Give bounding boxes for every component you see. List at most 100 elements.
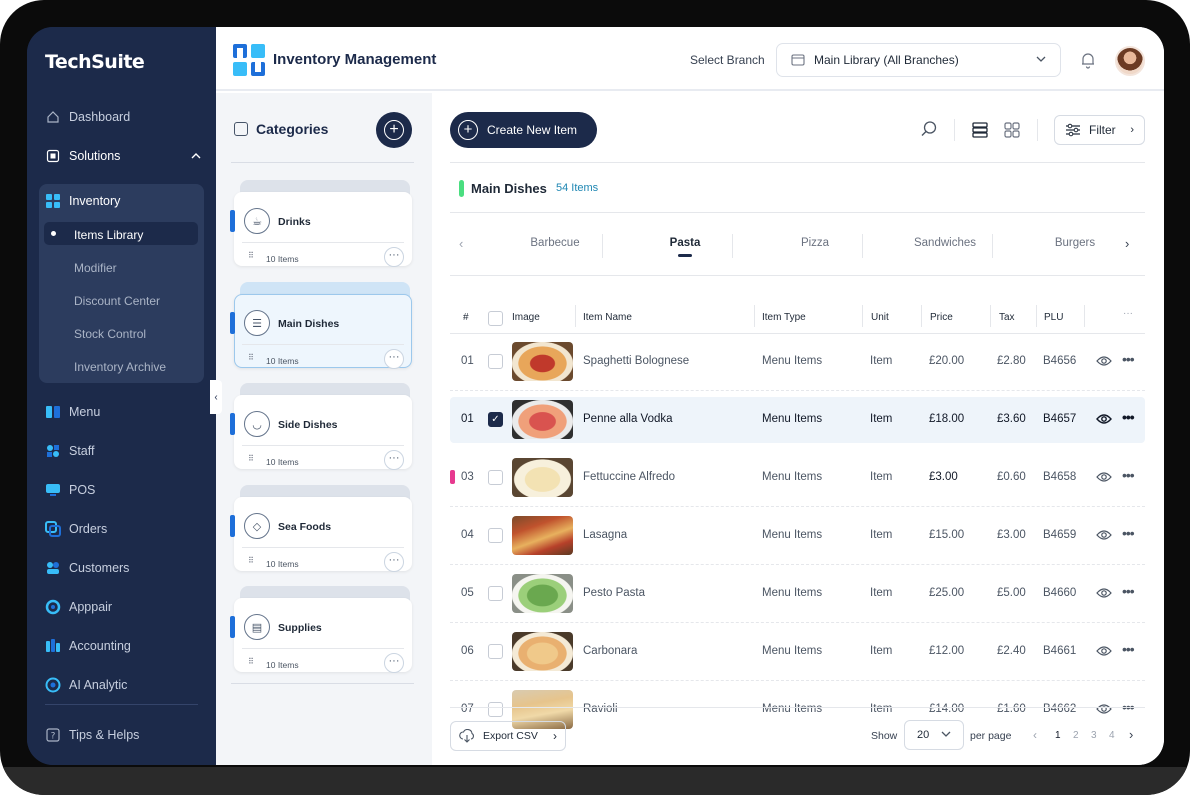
row-checkbox[interactable]	[488, 702, 503, 717]
chevron-right-icon[interactable]: ›	[1125, 236, 1129, 251]
add-category-button[interactable]: +	[376, 112, 412, 148]
item-price: £3.00	[929, 471, 958, 483]
tab-pizza[interactable]: Pizza	[760, 237, 870, 249]
table-row[interactable]: 06 Carbonara Menu Items Item £12.00 £2.4…	[450, 629, 1145, 681]
category-card-side-dishes[interactable]: ◡ Side Dishes ⠿ 10 Items ···	[230, 383, 412, 470]
item-plu: B4656	[1043, 355, 1077, 367]
more-options-icon[interactable]: ···	[384, 653, 404, 673]
bell-icon[interactable]	[1079, 51, 1097, 69]
list-view-icon[interactable]	[972, 122, 988, 138]
grid-view-icon[interactable]	[1004, 122, 1020, 138]
table-row[interactable]: 03 Fettuccine Alfredo Menu Items Item £3…	[450, 455, 1145, 507]
sub-item-items-library[interactable]: Items Library	[74, 228, 143, 242]
row-more-icon[interactable]: •••	[1122, 409, 1135, 425]
sidebar-item-solutions[interactable]: Solutions	[45, 144, 201, 168]
row-divider	[450, 390, 1145, 391]
category-count: 10 Items	[266, 356, 299, 366]
row-more-icon[interactable]: •••	[1122, 583, 1135, 599]
sidebar-item-apppair[interactable]: Apppair	[45, 595, 112, 619]
drag-handle-icon[interactable]: ⠿	[248, 455, 254, 463]
sidebar-item-dashboard[interactable]: Dashboard	[45, 105, 130, 129]
sidebar-item-tips[interactable]: ? Tips & Helps	[45, 723, 139, 747]
filter-label: Filter	[1089, 123, 1116, 137]
view-eye-icon[interactable]	[1096, 645, 1112, 657]
sidebar-item-inventory[interactable]: Inventory	[45, 189, 120, 213]
page-link[interactable]: 2	[1073, 730, 1079, 741]
branch-select[interactable]: Main Library (All Branches)	[776, 43, 1061, 77]
row-checkbox-checked[interactable]: ✓	[488, 412, 503, 427]
section-count: 54 Items	[556, 182, 599, 194]
sidebar-item-label: Apppair	[69, 600, 113, 614]
row-checkbox[interactable]	[488, 528, 503, 543]
sidebar-collapse-button[interactable]: ‹	[210, 380, 222, 414]
category-card-drinks[interactable]: ☕ Drinks ⠿ 10 Items ···	[230, 180, 412, 267]
card-divider	[242, 648, 404, 649]
sub-item-stock-control[interactable]: Stock Control	[74, 327, 146, 341]
item-name: Pesto Pasta	[583, 587, 646, 599]
user-avatar[interactable]	[1115, 46, 1145, 76]
search-icon[interactable]	[920, 120, 938, 138]
row-number: 01	[461, 413, 474, 425]
row-more-icon[interactable]: •••	[1122, 641, 1135, 657]
page-link[interactable]: 4	[1109, 730, 1115, 741]
sidebar-item-pos[interactable]: POS	[45, 478, 95, 502]
more-options-icon[interactable]: ···	[384, 450, 404, 470]
sub-item-inventory-archive[interactable]: Inventory Archive	[74, 360, 166, 374]
category-card-sea-foods[interactable]: ◇ Sea Foods ⠿ 10 Items ···	[230, 485, 412, 572]
view-eye-icon[interactable]	[1096, 529, 1112, 541]
tab-burgers[interactable]: Burgers	[1020, 237, 1130, 249]
drag-handle-icon[interactable]: ⠿	[248, 658, 254, 666]
create-item-button[interactable]: + Create New Item	[450, 112, 597, 148]
more-options-icon[interactable]: ···	[384, 552, 404, 572]
filter-button[interactable]: Filter ›	[1054, 115, 1145, 145]
item-plu: B4659	[1043, 529, 1077, 541]
sidebar-item-orders[interactable]: Orders	[45, 517, 107, 541]
item-tax: £3.60	[997, 413, 1026, 425]
branch-value: Main Library (All Branches)	[814, 53, 959, 67]
more-options-icon[interactable]: ···	[384, 349, 404, 369]
page-size-select[interactable]: 20	[904, 720, 964, 750]
sidebar-item-accounting[interactable]: Accounting	[45, 634, 131, 658]
item-type: Menu Items	[762, 529, 823, 541]
next-page-icon[interactable]: ›	[1129, 727, 1133, 742]
more-options-icon[interactable]: ···	[384, 247, 404, 267]
drag-handle-icon[interactable]: ⠿	[248, 252, 254, 260]
export-csv-button[interactable]: Export CSV ›	[450, 721, 566, 751]
category-card-supplies[interactable]: ▤ Supplies ⠿ 10 Items ···	[230, 586, 412, 673]
tab-sandwiches[interactable]: Sandwiches	[890, 237, 1000, 249]
view-eye-icon[interactable]	[1096, 587, 1112, 599]
sidebar-item-customers[interactable]: Customers	[45, 556, 129, 580]
drag-handle-icon[interactable]: ⠿	[248, 557, 254, 565]
page-link[interactable]: 1	[1055, 730, 1061, 741]
row-checkbox[interactable]	[488, 586, 503, 601]
row-more-icon[interactable]: •••	[1122, 467, 1135, 483]
table-row[interactable]: 04 Lasagna Menu Items Item £15.00 £3.00 …	[450, 513, 1145, 565]
sidebar-item-ai-analytic[interactable]: AI Analytic	[45, 673, 127, 697]
row-more-icon[interactable]: •••	[1122, 525, 1135, 541]
row-checkbox[interactable]	[488, 644, 503, 659]
sub-item-discount-center[interactable]: Discount Center	[74, 294, 160, 308]
sub-item-modifier[interactable]: Modifier	[74, 261, 117, 275]
table-row[interactable]: 05 Pesto Pasta Menu Items Item £25.00 £5…	[450, 571, 1145, 623]
prev-page-icon[interactable]: ‹	[1033, 728, 1037, 742]
table-row[interactable]: 01 ✓ Penne alla Vodka Menu Items Item £1…	[450, 397, 1145, 443]
drag-handle-icon[interactable]: ⠿	[248, 354, 254, 362]
sidebar-item-menu[interactable]: Menu	[45, 400, 100, 424]
category-card-main-dishes[interactable]: ☰ Main Dishes ⠿ 10 Items ···	[230, 282, 412, 369]
row-checkbox[interactable]	[488, 354, 503, 369]
view-eye-icon[interactable]	[1096, 703, 1112, 715]
view-eye-icon[interactable]	[1096, 355, 1112, 367]
select-all-checkbox[interactable]	[488, 311, 503, 326]
column-settings-icon[interactable]: ···	[1123, 308, 1133, 319]
row-checkbox[interactable]	[488, 470, 503, 485]
toolbar-separator	[1037, 119, 1038, 141]
page-link[interactable]: 3	[1091, 730, 1097, 741]
sidebar-item-staff[interactable]: Staff	[45, 439, 94, 463]
chevron-left-icon[interactable]: ‹	[459, 236, 463, 251]
tab-barbecue[interactable]: Barbecue	[500, 237, 610, 249]
view-eye-icon[interactable]	[1096, 471, 1112, 483]
tab-pasta[interactable]: Pasta	[630, 237, 740, 249]
table-row[interactable]: 01 Spaghetti Bolognese Menu Items Item £…	[450, 339, 1145, 391]
view-eye-icon[interactable]	[1096, 413, 1112, 425]
row-more-icon[interactable]: •••	[1122, 351, 1135, 367]
